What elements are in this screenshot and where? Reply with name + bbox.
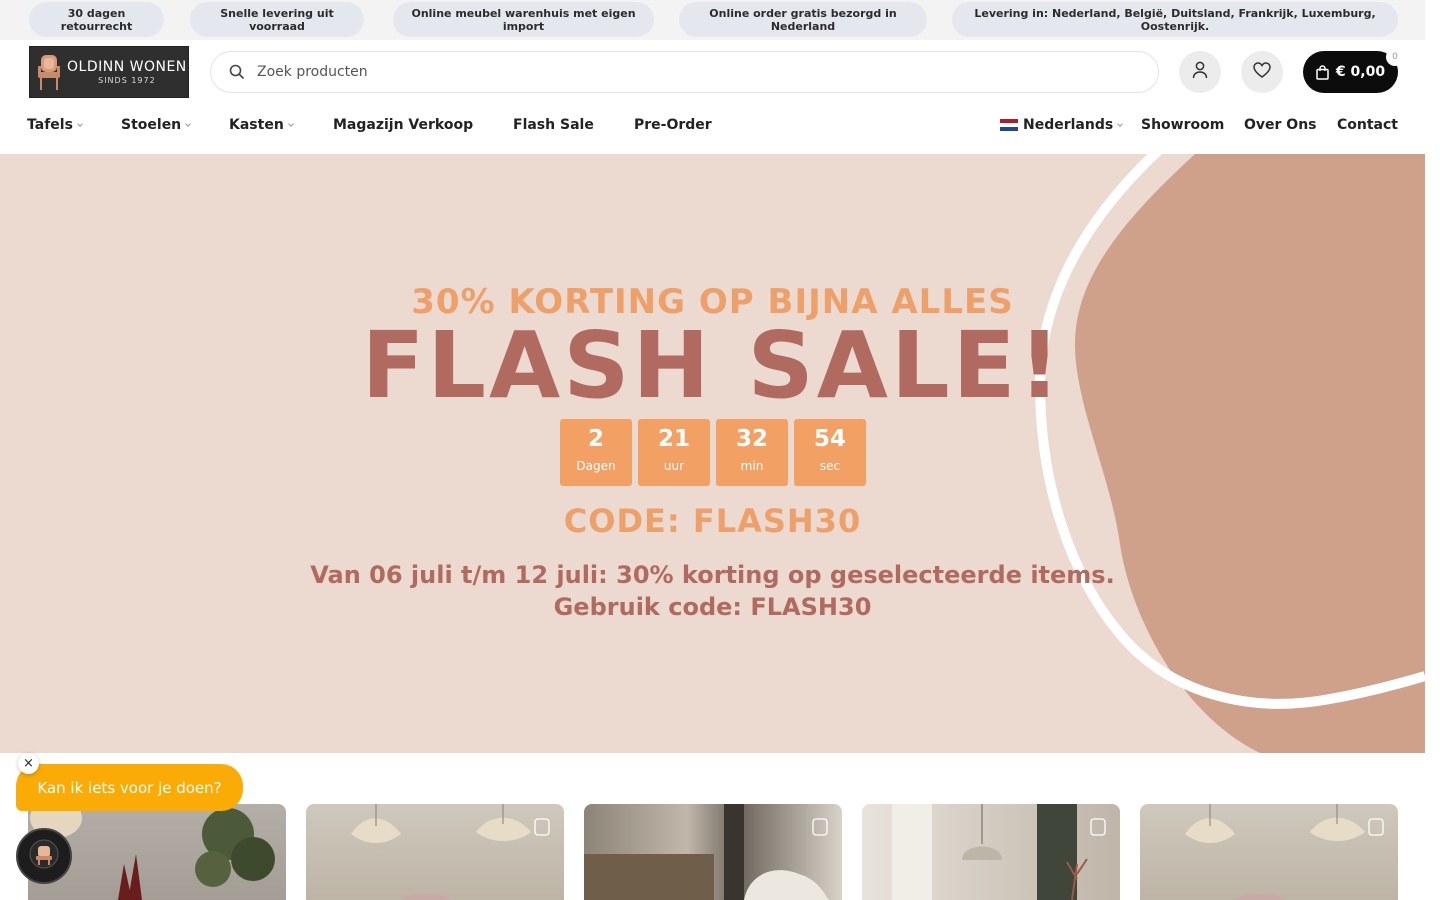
- nav-kasten[interactable]: Kasten: [229, 117, 294, 133]
- bag-icon: [1316, 64, 1329, 80]
- product-image: [584, 804, 829, 900]
- cart-button[interactable]: € 0,00: [1303, 51, 1398, 93]
- close-icon[interactable]: ×: [18, 753, 39, 774]
- usp-delivery: Snelle levering uit voorraad: [190, 2, 364, 37]
- countdown-unit: uur: [663, 459, 685, 473]
- nav-showroom[interactable]: Showroom: [1141, 117, 1224, 133]
- countdown-unit: sec: [819, 459, 841, 473]
- site-logo[interactable]: OLDINN WONEN SINDS 1972: [29, 46, 189, 98]
- logo-tagline: SINDS 1972: [98, 76, 156, 85]
- heart-icon[interactable]: [812, 818, 828, 836]
- usp-import: Online meubel warenhuis met eigen import: [393, 2, 654, 37]
- account-button[interactable]: [1179, 51, 1221, 93]
- countdown-unit: Dagen: [576, 459, 616, 473]
- usp-bar: 30 dagen retourrecht Snelle levering uit…: [0, 0, 1425, 40]
- nav-label: Stoelen: [121, 117, 182, 133]
- language-selector[interactable]: Nederlands: [1000, 117, 1124, 133]
- search-bar[interactable]: [210, 51, 1159, 93]
- nav-label: Tafels: [27, 117, 73, 133]
- banner-description-line2: Gebruik code: FLASH30: [553, 593, 872, 621]
- flash-sale-banner[interactable]: 30% KORTING OP BIJNA ALLES FLASH SALE! 2…: [0, 154, 1425, 753]
- dutch-flag-icon: [1000, 119, 1018, 131]
- countdown-value: 54: [813, 426, 846, 452]
- nav-magazijn-verkoop[interactable]: Magazijn Verkoop: [333, 117, 473, 133]
- countdown-value: 21: [657, 426, 690, 452]
- product-card[interactable]: [584, 804, 842, 900]
- banner-decoration: [1034, 154, 1425, 753]
- product-card[interactable]: [306, 804, 564, 900]
- usp-returns: 30 dagen retourrecht: [29, 2, 164, 37]
- product-card[interactable]: [1140, 804, 1398, 900]
- heart-icon[interactable]: [1090, 818, 1106, 836]
- product-card[interactable]: [862, 804, 1120, 900]
- search-icon: [229, 64, 245, 80]
- banner-description: Van 06 juli t/m 12 juli: 30% korting op …: [0, 559, 1425, 623]
- chat-launcher-button[interactable]: [16, 828, 72, 884]
- user-icon: [1192, 61, 1208, 83]
- chevron-down-icon: [1117, 121, 1124, 127]
- nav-stoelen[interactable]: Stoelen: [121, 117, 191, 133]
- product-image: [351, 804, 531, 900]
- countdown-hours: 21 uur: [638, 419, 710, 486]
- logo-name: OLDINN WONEN: [67, 59, 187, 75]
- nav-over-ons[interactable]: Over Ons: [1244, 117, 1317, 133]
- countdown-value: 2: [587, 426, 604, 452]
- chevron-down-icon: [287, 121, 294, 127]
- countdown-days: 2 Dagen: [560, 419, 632, 486]
- chat-prompt[interactable]: Kan ik iets voor je doen?: [16, 764, 243, 811]
- wishlist-button[interactable]: [1241, 51, 1283, 93]
- heart-icon[interactable]: [534, 818, 550, 836]
- chevron-down-icon: [77, 121, 83, 127]
- nav-contact[interactable]: Contact: [1337, 117, 1398, 133]
- product-image: [892, 804, 1088, 900]
- heart-icon: [1253, 62, 1271, 82]
- heart-icon[interactable]: [1368, 818, 1384, 836]
- banner-title: FLASH SALE!: [361, 312, 1064, 419]
- nav-pre-order[interactable]: Pre-Order: [634, 117, 712, 133]
- usp-countries: Levering in: Nederland, België, Duitslan…: [952, 2, 1398, 37]
- chair-logo-icon: [35, 52, 63, 92]
- countdown-value: 32: [735, 426, 768, 452]
- discount-code: CODE: FLASH30: [563, 502, 862, 540]
- language-label: Nederlands: [1023, 117, 1114, 133]
- product-image: [1185, 804, 1365, 900]
- chevron-down-icon: [185, 121, 191, 127]
- countdown-unit: min: [740, 459, 764, 473]
- banner-description-line1: Van 06 juli t/m 12 juli: 30% korting op …: [310, 561, 1115, 589]
- nav-tafels[interactable]: Tafels: [27, 117, 83, 133]
- countdown-minutes: 32 min: [716, 419, 788, 486]
- cart-count-badge: 0: [1386, 48, 1404, 66]
- nav-flash-sale[interactable]: Flash Sale: [513, 117, 594, 133]
- nav-label: Kasten: [229, 117, 284, 133]
- search-input[interactable]: [257, 64, 1057, 80]
- chat-avatar-icon: [29, 839, 59, 873]
- usp-free-shipping: Online order gratis bezorgd in Nederland: [679, 2, 927, 37]
- countdown-seconds: 54 sec: [794, 419, 866, 486]
- cart-total: € 0,00: [1335, 64, 1386, 80]
